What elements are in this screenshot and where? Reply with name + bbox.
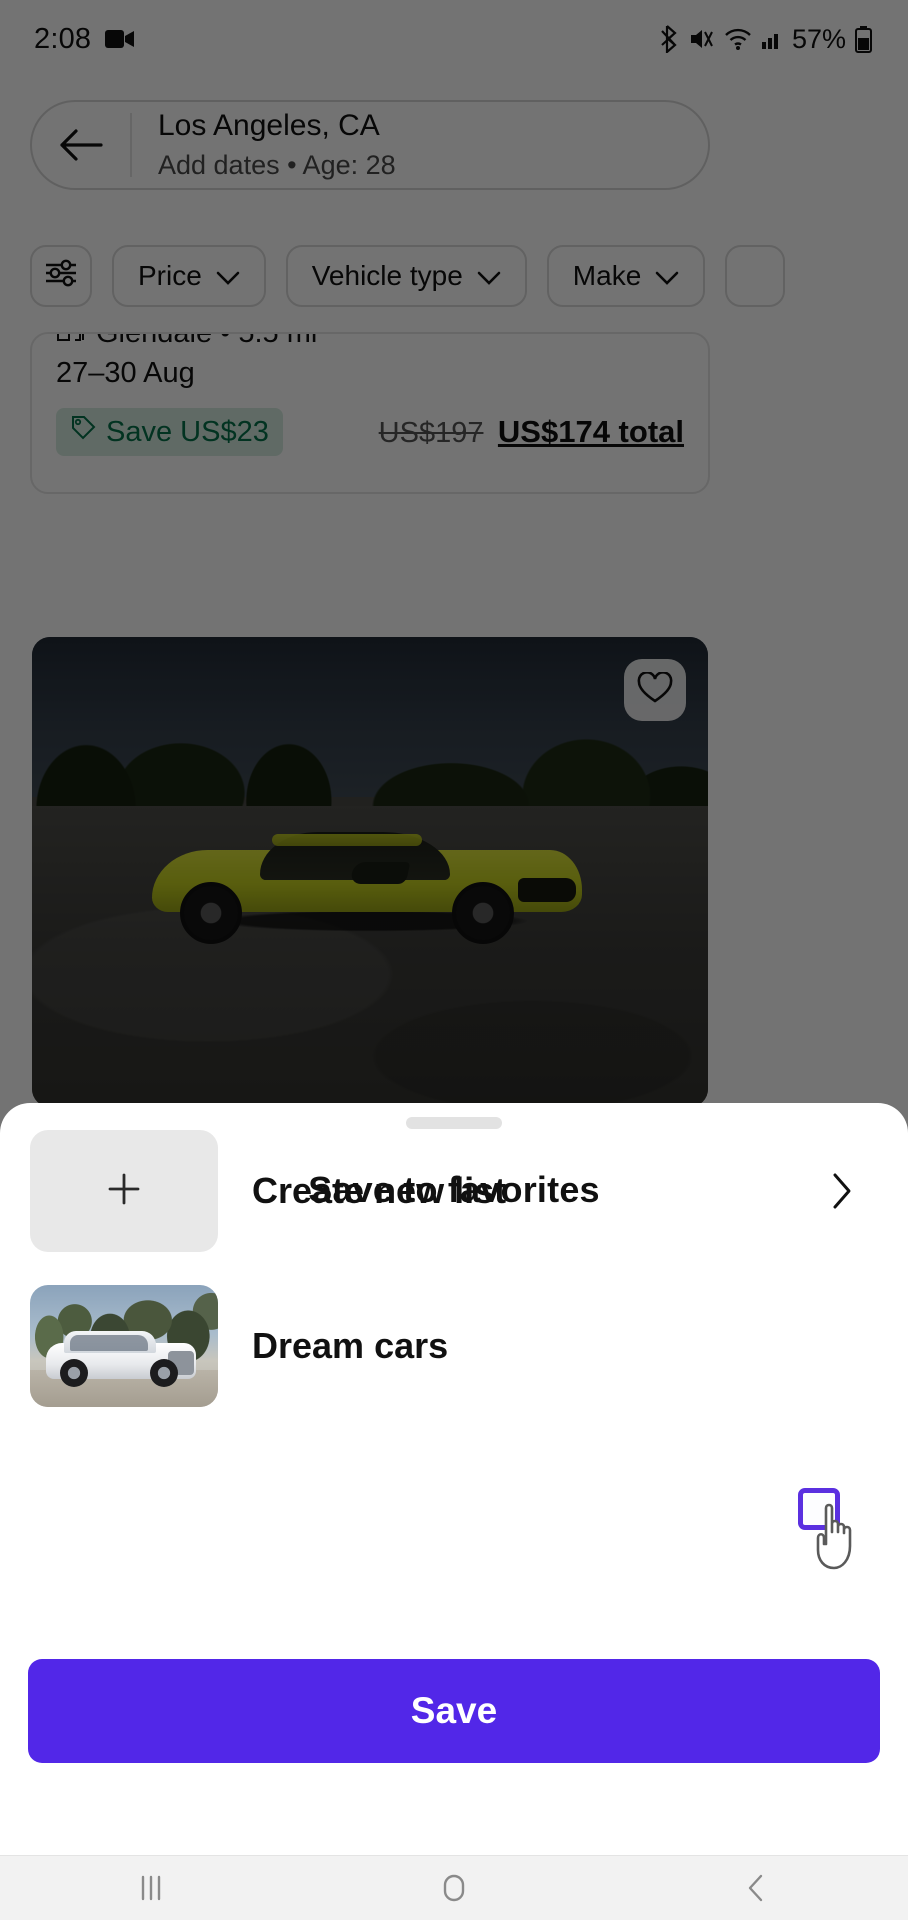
create-new-list-thumb [30,1130,218,1252]
dream-cars-label: Dream cars [252,1325,449,1366]
create-new-list-label: Create new list [252,1170,507,1211]
home-icon[interactable] [394,1871,514,1905]
plus-icon [104,1169,144,1214]
phone-screen: 2:08 57% [0,0,908,1920]
list-item-create-new-list[interactable]: Create new list [30,1130,878,1252]
checkbox-unchecked-icon[interactable] [798,1488,840,1530]
white-suv-thumbnail [30,1285,218,1407]
dream-cars-thumbnail [30,1285,218,1407]
save-button[interactable]: Save [28,1659,880,1763]
android-nav-bar[interactable] [0,1855,908,1920]
drag-handle[interactable] [406,1117,502,1129]
list-item-dream-cars[interactable]: Dream cars [30,1285,878,1407]
back-icon[interactable] [697,1871,817,1905]
recents-icon[interactable] [91,1871,211,1905]
chevron-right-icon[interactable] [806,1172,878,1210]
